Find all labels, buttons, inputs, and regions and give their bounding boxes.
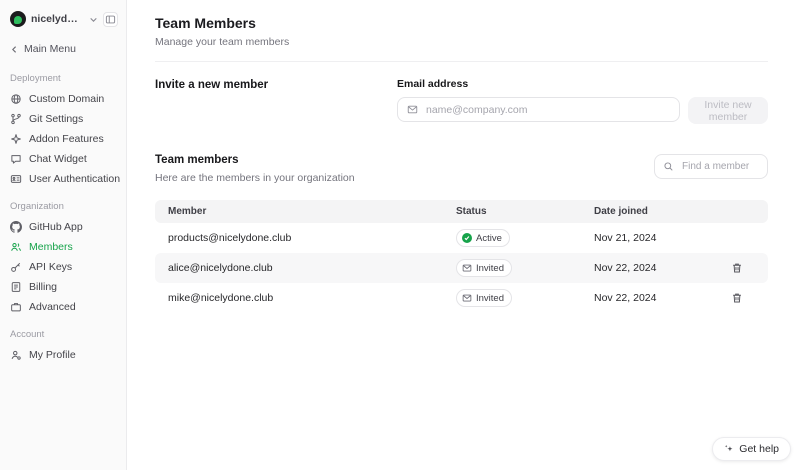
sidebar-item-billing[interactable]: Billing: [0, 277, 126, 297]
table-row: alice@nicelydone.club Invited Nov 22, 20…: [155, 253, 768, 283]
trash-icon: [733, 293, 741, 303]
date-joined: Nov 22, 2024: [594, 262, 657, 274]
sidebar-item-custom-domain[interactable]: Custom Domain: [0, 89, 126, 109]
globe-icon: [10, 93, 22, 105]
section-label-organization: Organization: [10, 201, 64, 212]
chevron-down-icon[interactable]: [89, 15, 98, 24]
page-subtitle: Manage your team members: [155, 36, 290, 48]
receipt-icon: [10, 281, 22, 293]
sidebar-item-members[interactable]: Members: [0, 237, 126, 257]
status-label: Invited: [476, 262, 504, 274]
sidebar-item-label: Custom Domain: [29, 93, 105, 105]
sidebar-item-user-authentication[interactable]: User Authentication: [0, 169, 126, 189]
user-icon: [10, 349, 22, 361]
header-divider: [155, 61, 768, 62]
team-members-subtitle: Here are the members in your organizatio…: [155, 172, 355, 184]
members-table: Member Status Date joined products@nicel…: [155, 200, 768, 313]
sidebar-item-label: Advanced: [29, 301, 76, 313]
column-header-status: Status: [456, 206, 487, 217]
status-label: Invited: [476, 292, 504, 304]
briefcase-icon: [10, 301, 22, 313]
git-branch-icon: [10, 113, 22, 125]
table-header-row: Member Status Date joined: [155, 200, 768, 223]
invite-new-member-button[interactable]: Invite new member: [688, 97, 768, 124]
date-joined: Nov 21, 2024: [594, 232, 657, 244]
active-check-icon: [462, 233, 472, 243]
invite-section: Invite a new member Email address Invite…: [155, 78, 768, 124]
status-badge: Active: [456, 229, 510, 247]
column-header-member: Member: [168, 206, 207, 217]
member-email: products@nicelydone.club: [168, 232, 292, 244]
column-header-date-joined: Date joined: [594, 206, 648, 217]
status-badge: Invited: [456, 289, 512, 307]
sidebar-item-api-keys[interactable]: API Keys: [0, 257, 126, 277]
section-label-account: Account: [10, 329, 45, 340]
get-help-button[interactable]: Get help: [712, 437, 791, 461]
table-row: products@nicelydone.club Active Nov 21, …: [155, 223, 768, 253]
sparkle-icon: [725, 444, 733, 452]
team-members-header: Team members Here are the members in you…: [155, 154, 768, 184]
sidebar-item-git-settings[interactable]: Git Settings: [0, 109, 126, 129]
main-content: Team Members Manage your team members In…: [127, 0, 800, 470]
team-members-heading: Team members: [155, 154, 239, 166]
id-card-icon: [10, 173, 22, 185]
section-label-deployment: Deployment: [10, 73, 61, 84]
envelope-icon: [407, 105, 418, 114]
member-email: alice@nicelydone.club: [168, 262, 273, 274]
back-label: Main Menu: [24, 43, 76, 55]
key-icon: [10, 261, 22, 273]
sidebar-item-label: Chat Widget: [29, 153, 87, 165]
chat-bubble-icon: [10, 153, 22, 165]
status-label: Active: [476, 232, 502, 244]
email-input-wrap: [397, 97, 680, 122]
table-row: mike@nicelydone.club Invited Nov 22, 202…: [155, 283, 768, 313]
github-icon: [10, 221, 22, 233]
date-joined: Nov 22, 2024: [594, 292, 657, 304]
member-email: mike@nicelydone.club: [168, 292, 274, 304]
sidebar-item-my-profile[interactable]: My Profile: [0, 345, 126, 365]
sidebar-item-advanced[interactable]: Advanced: [0, 297, 126, 317]
email-label: Email address: [397, 78, 469, 90]
envelope-icon: [462, 264, 472, 272]
users-icon: [10, 241, 22, 253]
workspace-name: nicelydone--...: [31, 13, 84, 25]
delete-member-button[interactable]: [731, 292, 755, 304]
app-logo: [10, 11, 26, 27]
sidebar-item-label: Git Settings: [29, 113, 84, 125]
collapse-sidebar-button[interactable]: [103, 11, 118, 27]
sidebar-item-label: Addon Features: [29, 133, 104, 145]
invite-heading: Invite a new member: [155, 79, 269, 91]
sidebar-item-label: API Keys: [29, 261, 73, 273]
get-help-label: Get help: [739, 443, 779, 455]
status-badge: Invited: [456, 259, 512, 277]
sidebar-item-addon-features[interactable]: Addon Features: [0, 129, 126, 149]
member-search-input[interactable]: [680, 160, 759, 173]
trash-icon: [733, 263, 741, 273]
search-icon: [664, 162, 673, 171]
sidebar-item-label: Billing: [29, 281, 58, 293]
workspace-switcher[interactable]: nicelydone--...: [0, 9, 126, 35]
search-wrap: [654, 154, 768, 179]
envelope-icon: [462, 294, 472, 302]
sparkle-icon: [10, 133, 22, 145]
chevron-left-icon: [12, 45, 17, 53]
sidebar-item-label: GitHub App: [29, 221, 83, 233]
delete-member-button[interactable]: [731, 262, 755, 274]
sidebar-item-github-app[interactable]: GitHub App: [0, 217, 126, 237]
back-to-main-menu[interactable]: Main Menu: [0, 35, 126, 61]
sidebar-item-chat-widget[interactable]: Chat Widget: [0, 149, 126, 169]
sidebar-item-label: My Profile: [29, 349, 76, 361]
page-title: Team Members: [155, 15, 256, 31]
email-input[interactable]: [424, 102, 670, 117]
sidebar-item-label: User Authentication: [29, 173, 121, 185]
sidebar-item-label: Members: [29, 241, 73, 253]
sidebar: nicelydone--... Main Menu Deployment Cus…: [0, 0, 127, 470]
